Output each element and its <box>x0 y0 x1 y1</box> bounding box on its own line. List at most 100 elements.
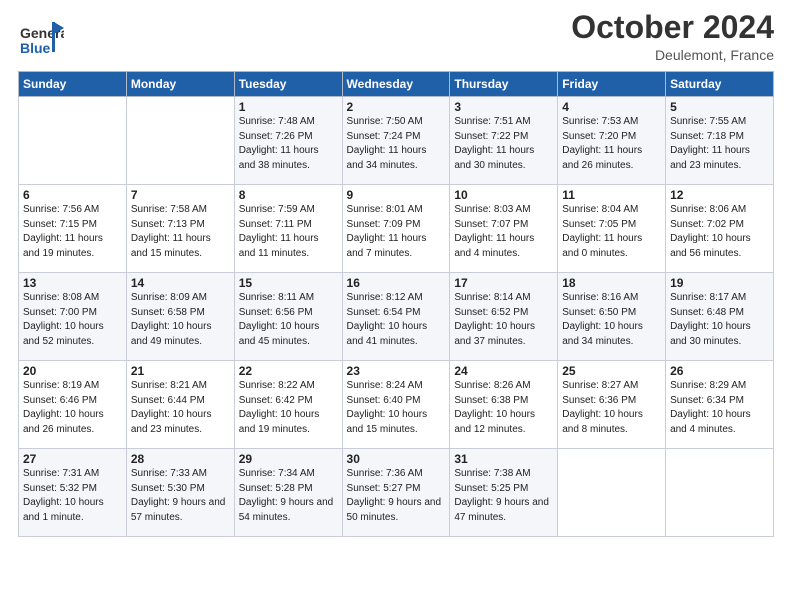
week-row-1: 6Sunrise: 7:56 AMSunset: 7:15 PMDaylight… <box>19 185 774 273</box>
weekday-saturday: Saturday <box>666 72 774 97</box>
day-info: Sunrise: 7:55 AMSunset: 7:18 PMDaylight:… <box>670 115 769 173</box>
calendar-cell: 14Sunrise: 8:09 AMSunset: 6:58 PMDayligh… <box>126 273 234 361</box>
day-info: Sunrise: 8:27 AMSunset: 6:36 PMDaylight:… <box>562 379 661 437</box>
day-info: Sunrise: 8:24 AMSunset: 6:40 PMDaylight:… <box>347 379 446 437</box>
day-info: Sunrise: 8:09 AMSunset: 6:58 PMDaylight:… <box>131 291 230 349</box>
day-number: 15 <box>239 276 338 290</box>
day-info: Sunrise: 8:03 AMSunset: 7:07 PMDaylight:… <box>454 203 553 261</box>
day-number: 27 <box>23 452 122 466</box>
calendar-cell: 8Sunrise: 7:59 AMSunset: 7:11 PMDaylight… <box>234 185 342 273</box>
weekday-header-row: SundayMondayTuesdayWednesdayThursdayFrid… <box>19 72 774 97</box>
day-number: 22 <box>239 364 338 378</box>
calendar-cell: 26Sunrise: 8:29 AMSunset: 6:34 PMDayligh… <box>666 361 774 449</box>
day-info: Sunrise: 8:22 AMSunset: 6:42 PMDaylight:… <box>239 379 338 437</box>
calendar-cell: 28Sunrise: 7:33 AMSunset: 5:30 PMDayligh… <box>126 449 234 537</box>
calendar-cell: 22Sunrise: 8:22 AMSunset: 6:42 PMDayligh… <box>234 361 342 449</box>
logo: General Blue <box>18 16 64 62</box>
logo-icon: General Blue <box>18 16 64 62</box>
calendar-cell: 29Sunrise: 7:34 AMSunset: 5:28 PMDayligh… <box>234 449 342 537</box>
day-number: 4 <box>562 100 661 114</box>
svg-text:Blue: Blue <box>20 40 51 56</box>
calendar-cell: 6Sunrise: 7:56 AMSunset: 7:15 PMDaylight… <box>19 185 127 273</box>
day-number: 16 <box>347 276 446 290</box>
calendar-cell: 9Sunrise: 8:01 AMSunset: 7:09 PMDaylight… <box>342 185 450 273</box>
calendar-cell: 7Sunrise: 7:58 AMSunset: 7:13 PMDaylight… <box>126 185 234 273</box>
weekday-friday: Friday <box>558 72 666 97</box>
day-info: Sunrise: 7:33 AMSunset: 5:30 PMDaylight:… <box>131 467 230 525</box>
calendar-cell <box>666 449 774 537</box>
day-number: 1 <box>239 100 338 114</box>
calendar-page: General Blue October 2024 Deulemont, Fra… <box>0 0 792 612</box>
calendar-table: SundayMondayTuesdayWednesdayThursdayFrid… <box>18 71 774 537</box>
day-info: Sunrise: 8:06 AMSunset: 7:02 PMDaylight:… <box>670 203 769 261</box>
calendar-cell: 23Sunrise: 8:24 AMSunset: 6:40 PMDayligh… <box>342 361 450 449</box>
day-info: Sunrise: 7:31 AMSunset: 5:32 PMDaylight:… <box>23 467 122 525</box>
calendar-cell: 21Sunrise: 8:21 AMSunset: 6:44 PMDayligh… <box>126 361 234 449</box>
title-block: October 2024 Deulemont, France <box>571 10 774 63</box>
calendar-cell: 24Sunrise: 8:26 AMSunset: 6:38 PMDayligh… <box>450 361 558 449</box>
calendar-cell: 16Sunrise: 8:12 AMSunset: 6:54 PMDayligh… <box>342 273 450 361</box>
day-info: Sunrise: 7:50 AMSunset: 7:24 PMDaylight:… <box>347 115 446 173</box>
day-number: 11 <box>562 188 661 202</box>
day-info: Sunrise: 7:58 AMSunset: 7:13 PMDaylight:… <box>131 203 230 261</box>
weekday-sunday: Sunday <box>19 72 127 97</box>
day-number: 7 <box>131 188 230 202</box>
day-info: Sunrise: 7:51 AMSunset: 7:22 PMDaylight:… <box>454 115 553 173</box>
day-info: Sunrise: 7:56 AMSunset: 7:15 PMDaylight:… <box>23 203 122 261</box>
day-number: 20 <box>23 364 122 378</box>
week-row-3: 20Sunrise: 8:19 AMSunset: 6:46 PMDayligh… <box>19 361 774 449</box>
day-number: 30 <box>347 452 446 466</box>
day-info: Sunrise: 8:16 AMSunset: 6:50 PMDaylight:… <box>562 291 661 349</box>
day-info: Sunrise: 7:53 AMSunset: 7:20 PMDaylight:… <box>562 115 661 173</box>
calendar-cell: 1Sunrise: 7:48 AMSunset: 7:26 PMDaylight… <box>234 97 342 185</box>
day-number: 14 <box>131 276 230 290</box>
calendar-cell: 20Sunrise: 8:19 AMSunset: 6:46 PMDayligh… <box>19 361 127 449</box>
day-info: Sunrise: 8:08 AMSunset: 7:00 PMDaylight:… <box>23 291 122 349</box>
calendar-cell: 5Sunrise: 7:55 AMSunset: 7:18 PMDaylight… <box>666 97 774 185</box>
day-number: 18 <box>562 276 661 290</box>
day-info: Sunrise: 8:04 AMSunset: 7:05 PMDaylight:… <box>562 203 661 261</box>
calendar-cell: 15Sunrise: 8:11 AMSunset: 6:56 PMDayligh… <box>234 273 342 361</box>
day-info: Sunrise: 8:21 AMSunset: 6:44 PMDaylight:… <box>131 379 230 437</box>
day-number: 24 <box>454 364 553 378</box>
calendar-cell: 25Sunrise: 8:27 AMSunset: 6:36 PMDayligh… <box>558 361 666 449</box>
weekday-tuesday: Tuesday <box>234 72 342 97</box>
day-number: 8 <box>239 188 338 202</box>
day-number: 21 <box>131 364 230 378</box>
day-number: 9 <box>347 188 446 202</box>
week-row-0: 1Sunrise: 7:48 AMSunset: 7:26 PMDaylight… <box>19 97 774 185</box>
calendar-cell: 17Sunrise: 8:14 AMSunset: 6:52 PMDayligh… <box>450 273 558 361</box>
calendar-cell <box>19 97 127 185</box>
day-info: Sunrise: 8:11 AMSunset: 6:56 PMDaylight:… <box>239 291 338 349</box>
day-number: 10 <box>454 188 553 202</box>
day-number: 13 <box>23 276 122 290</box>
calendar-cell: 13Sunrise: 8:08 AMSunset: 7:00 PMDayligh… <box>19 273 127 361</box>
day-number: 5 <box>670 100 769 114</box>
day-number: 26 <box>670 364 769 378</box>
location: Deulemont, France <box>571 47 774 63</box>
day-info: Sunrise: 7:48 AMSunset: 7:26 PMDaylight:… <box>239 115 338 173</box>
weekday-monday: Monday <box>126 72 234 97</box>
calendar-cell: 3Sunrise: 7:51 AMSunset: 7:22 PMDaylight… <box>450 97 558 185</box>
calendar-cell: 12Sunrise: 8:06 AMSunset: 7:02 PMDayligh… <box>666 185 774 273</box>
day-number: 28 <box>131 452 230 466</box>
day-number: 23 <box>347 364 446 378</box>
calendar-cell: 18Sunrise: 8:16 AMSunset: 6:50 PMDayligh… <box>558 273 666 361</box>
day-number: 6 <box>23 188 122 202</box>
week-row-2: 13Sunrise: 8:08 AMSunset: 7:00 PMDayligh… <box>19 273 774 361</box>
calendar-cell: 27Sunrise: 7:31 AMSunset: 5:32 PMDayligh… <box>19 449 127 537</box>
day-info: Sunrise: 8:12 AMSunset: 6:54 PMDaylight:… <box>347 291 446 349</box>
calendar-cell: 31Sunrise: 7:38 AMSunset: 5:25 PMDayligh… <box>450 449 558 537</box>
day-info: Sunrise: 8:17 AMSunset: 6:48 PMDaylight:… <box>670 291 769 349</box>
day-info: Sunrise: 8:14 AMSunset: 6:52 PMDaylight:… <box>454 291 553 349</box>
calendar-cell: 11Sunrise: 8:04 AMSunset: 7:05 PMDayligh… <box>558 185 666 273</box>
day-info: Sunrise: 8:01 AMSunset: 7:09 PMDaylight:… <box>347 203 446 261</box>
day-info: Sunrise: 8:29 AMSunset: 6:34 PMDaylight:… <box>670 379 769 437</box>
calendar-cell <box>126 97 234 185</box>
day-number: 31 <box>454 452 553 466</box>
weekday-wednesday: Wednesday <box>342 72 450 97</box>
day-number: 3 <box>454 100 553 114</box>
day-info: Sunrise: 7:38 AMSunset: 5:25 PMDaylight:… <box>454 467 553 525</box>
day-info: Sunrise: 7:34 AMSunset: 5:28 PMDaylight:… <box>239 467 338 525</box>
week-row-4: 27Sunrise: 7:31 AMSunset: 5:32 PMDayligh… <box>19 449 774 537</box>
